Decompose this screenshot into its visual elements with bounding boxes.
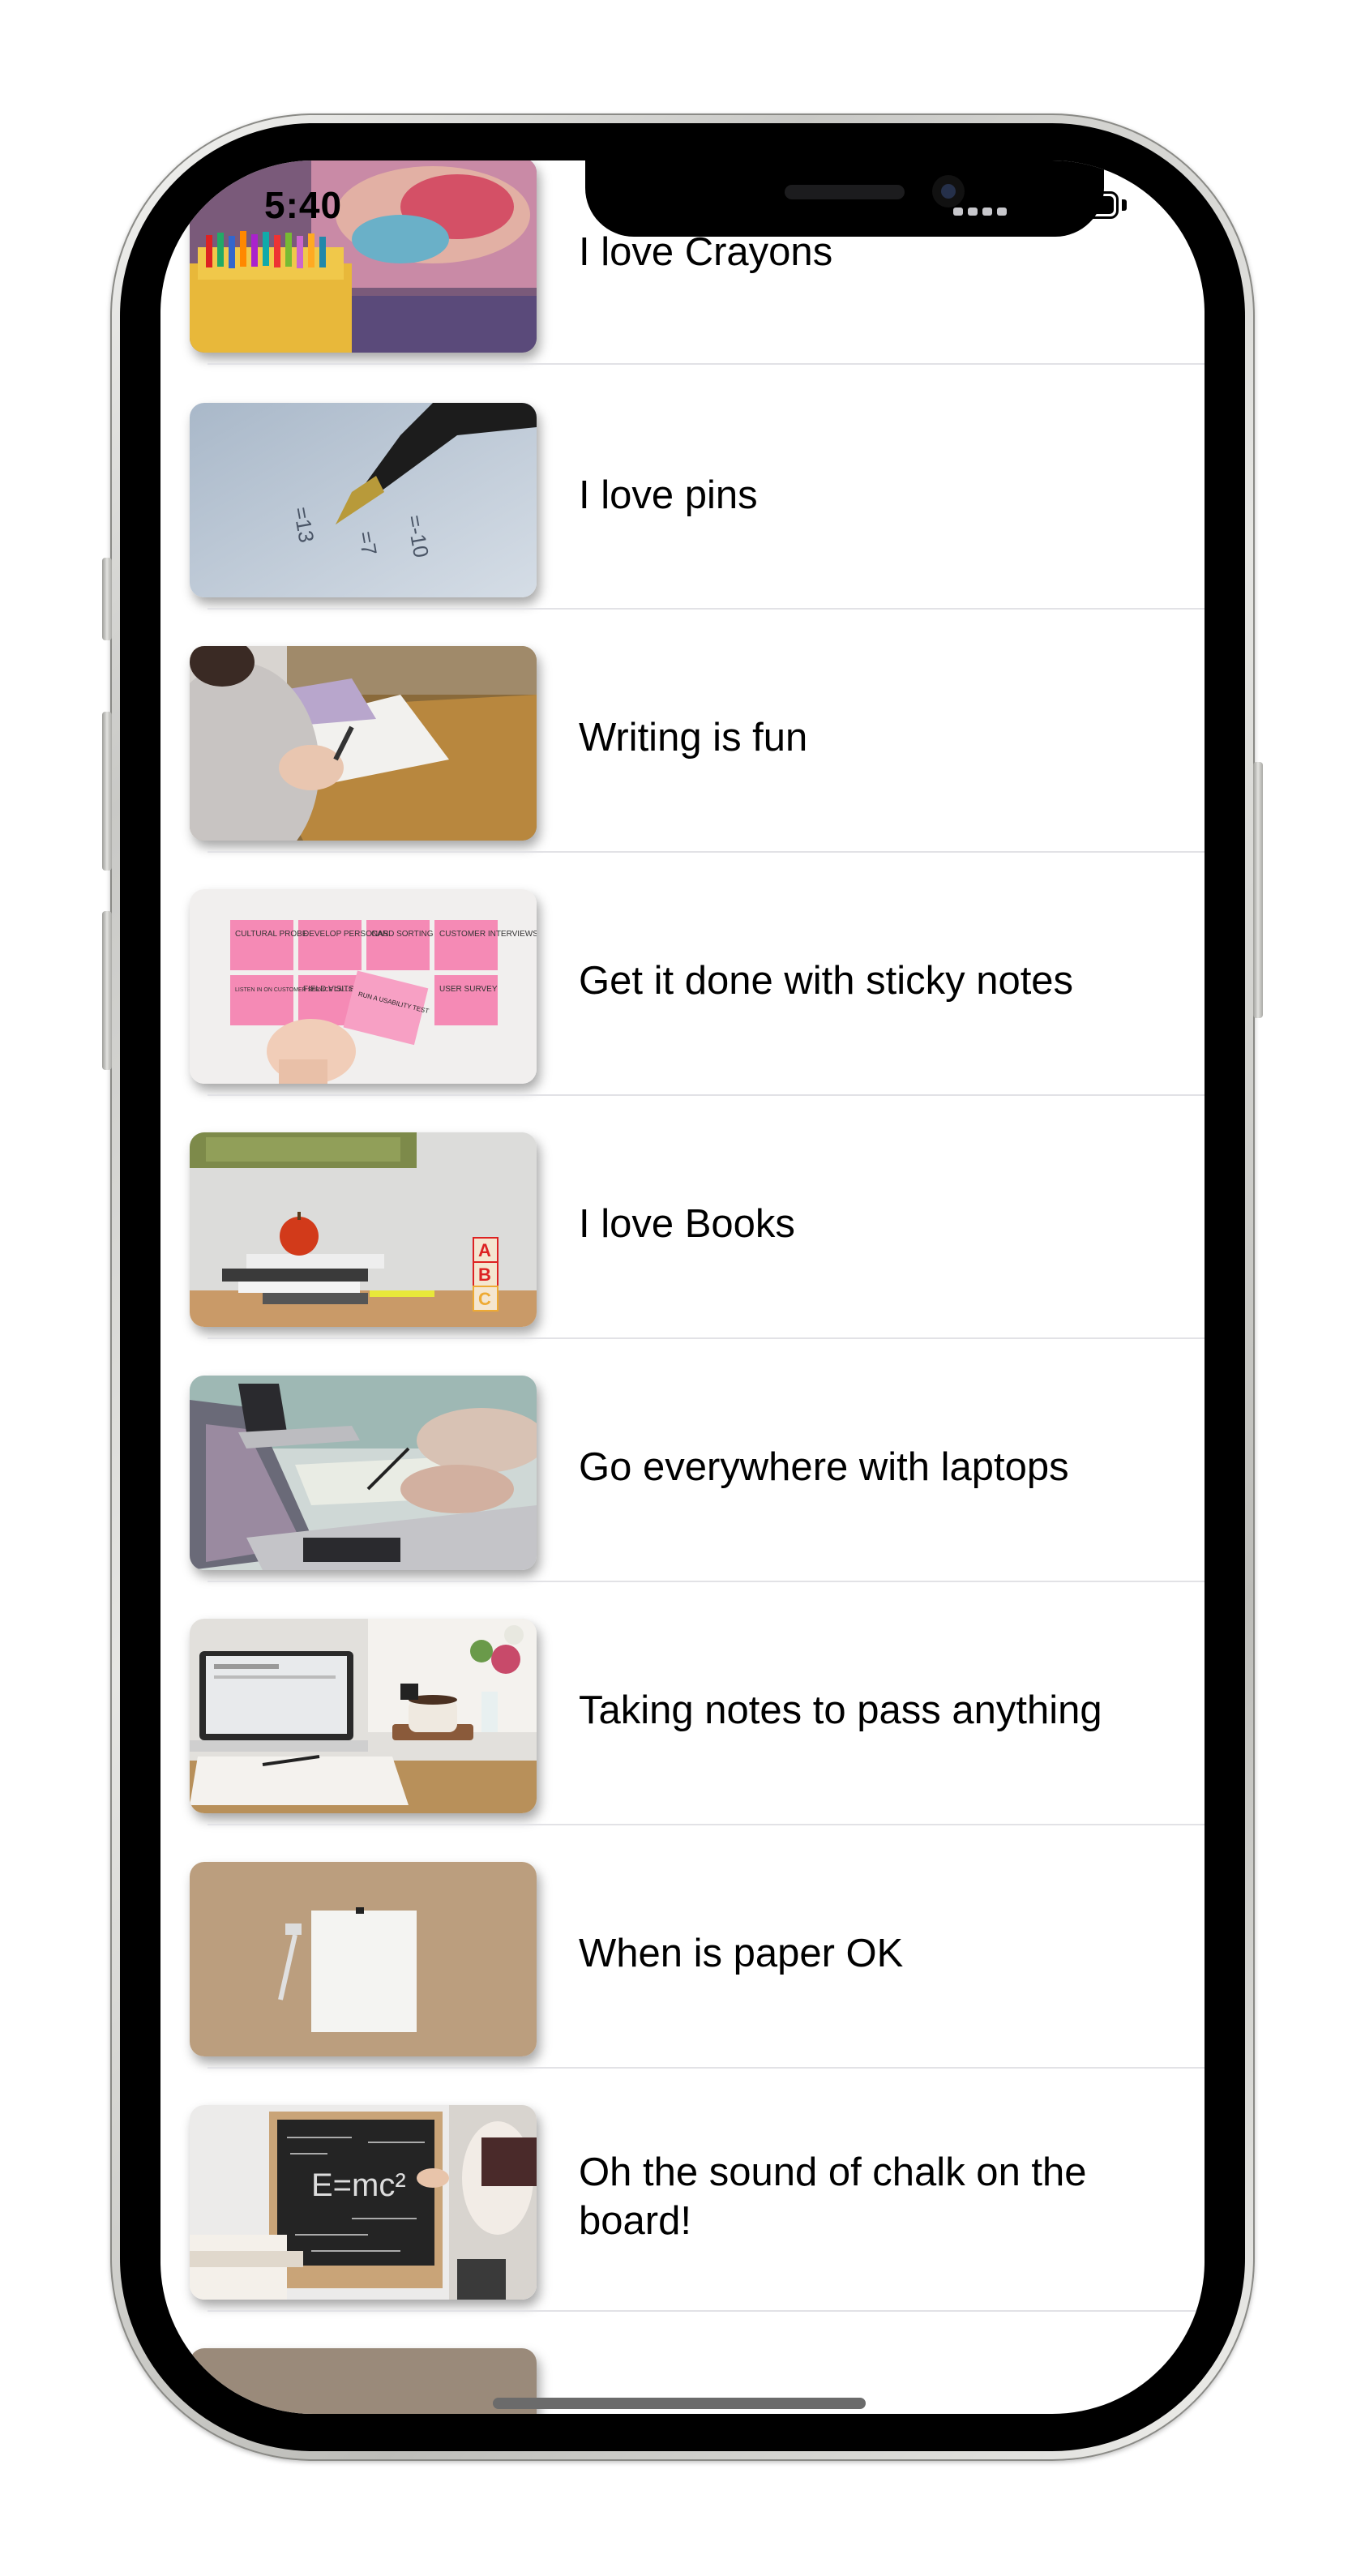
svg-text:USER SURVEY: USER SURVEY [439,985,498,994]
list-item[interactable]: Taking notes to pass anything [160,1581,1205,1825]
battery-tip [1122,199,1127,211]
home-indicator[interactable] [493,2398,866,2409]
svg-text:A: A [478,1240,491,1260]
list-item[interactable]: =13 =7 =-10 I love pins [160,365,1205,610]
power-button [1253,762,1263,1018]
writing-image [190,646,537,841]
item-title: Go everywhere with laptops [579,1445,1069,1489]
partial-image [190,2348,537,2414]
item-title: I love Books [579,1202,795,1246]
volume-down-button [102,911,112,1070]
volume-up-button [102,712,112,871]
item-title: Writing is fun [579,716,808,760]
item-title: Oh the sound of chalk on the board! [579,2150,1087,2243]
battery-icon [1060,191,1119,219]
item-title: Get it done with sticky notes [579,959,1074,1003]
list-item[interactable]: A B C I love Books [160,1094,1205,1339]
crayons-image [190,160,537,353]
svg-text:FIELD VISITS: FIELD VISITS [303,985,354,994]
paper-image [190,1862,537,2056]
notebook-laptop-image [190,1619,537,1813]
silent-switch [102,558,112,640]
laptops-image [190,1376,537,1570]
svg-text:B: B [478,1264,491,1285]
status-time: 5:40 [264,184,343,226]
svg-text:CULTURAL PROBE: CULTURAL PROBE [235,930,308,939]
speaker-grille [785,185,905,199]
svg-text:CUSTOMER INTERVIEWS: CUSTOMER INTERVIEWS [439,930,537,939]
list-item[interactable]: When is paper OK [160,1824,1205,2069]
list-item[interactable]: Go everywhere with laptops [160,1337,1205,1582]
list-item[interactable]: CULTURAL PROBE DEVELOP PERSONAS CARD SOR… [160,851,1205,1096]
books-image: A B C [190,1132,537,1327]
item-title: When is paper OK [579,1932,904,1975]
chalkboard-image: E=mc² [190,2105,537,2300]
list-item[interactable]: Writing is fun [160,608,1205,853]
cellular-signal-icon [953,206,1007,216]
wifi-icon [1018,188,1057,223]
list-item[interactable]: E=mc² Oh the sound of chalk on the board… [160,2067,1205,2312]
svg-text:C: C [478,1289,491,1309]
item-title: I love pins [579,473,758,517]
svg-text:=7: =7 [353,529,382,557]
pen-image: =13 =7 =-10 [190,403,537,597]
item-title: Taking notes to pass anything [579,1688,1102,1732]
svg-text:E=mc²: E=mc² [311,2167,406,2203]
front-camera [932,175,965,208]
svg-text:CARD SORTING: CARD SORTING [371,930,434,939]
sticky-notes-image: CULTURAL PROBE DEVELOP PERSONAS CARD SOR… [190,889,537,1084]
screen: I love Crayons =13 =7 =-10 I love pins W… [160,160,1205,2414]
